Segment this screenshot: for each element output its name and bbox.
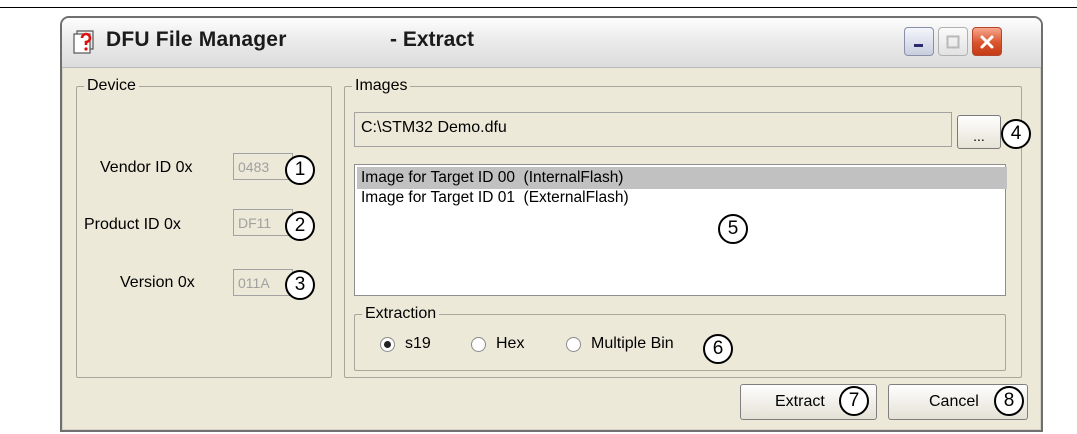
device-group-title: Device — [84, 77, 139, 95]
product-id-label: Product ID 0x — [84, 216, 181, 233]
maximize-icon — [946, 35, 960, 48]
list-item[interactable]: Image for Target ID 01 (ExternalFlash) — [357, 187, 629, 209]
cancel-button-label: Cancel — [929, 393, 979, 410]
version-field[interactable]: 011A — [233, 269, 293, 296]
radio-multiple-bin[interactable] — [566, 337, 581, 352]
callout-5: 5 — [718, 214, 748, 244]
close-button[interactable] — [972, 27, 1002, 56]
radio-s19[interactable] — [380, 337, 395, 352]
dfu-file-manager-window: DFU File Manager - Extract Device Vendor… — [60, 16, 1043, 432]
radio-multiple-bin-label[interactable]: Multiple Bin — [591, 335, 674, 353]
radio-hex[interactable] — [471, 337, 486, 352]
callout-7: 7 — [839, 386, 869, 416]
window-subtitle: - Extract — [390, 28, 475, 51]
radio-hex-label[interactable]: Hex — [496, 335, 524, 353]
callout-1: 1 — [285, 155, 315, 185]
title-bar[interactable]: DFU File Manager - Extract — [62, 18, 1041, 68]
extraction-group: Extraction — [354, 305, 1006, 371]
version-label: Version 0x — [120, 274, 195, 291]
list-item[interactable]: Image for Target ID 00 (InternalFlash) — [357, 167, 1007, 189]
app-icon — [73, 30, 94, 54]
close-icon — [980, 35, 994, 48]
window-title: DFU File Manager — [106, 28, 287, 51]
images-listbox[interactable]: Image for Target ID 00 (InternalFlash) I… — [354, 164, 1007, 296]
callout-4: 4 — [1001, 119, 1031, 149]
images-group-title: Images — [352, 77, 411, 95]
vendor-id-label: Vendor ID 0x — [100, 159, 193, 176]
browse-button[interactable]: ... — [957, 115, 1001, 149]
callout-6: 6 — [703, 334, 733, 364]
maximize-button[interactable] — [938, 27, 968, 56]
callout-2: 2 — [285, 211, 315, 241]
callout-8: 8 — [994, 386, 1024, 416]
radio-s19-label[interactable]: s19 — [405, 335, 431, 353]
dfu-path-field[interactable]: C:\STM32 Demo.dfu — [354, 112, 952, 147]
minimize-icon — [914, 43, 923, 47]
minimize-button[interactable] — [904, 27, 934, 56]
vendor-id-field[interactable]: 0483 — [233, 153, 293, 180]
callout-3: 3 — [285, 270, 315, 300]
extract-button-label: Extract — [775, 393, 825, 410]
product-id-field[interactable]: DF11 — [233, 209, 293, 236]
extraction-group-title: Extraction — [362, 305, 440, 323]
page-rule — [0, 7, 1077, 8]
